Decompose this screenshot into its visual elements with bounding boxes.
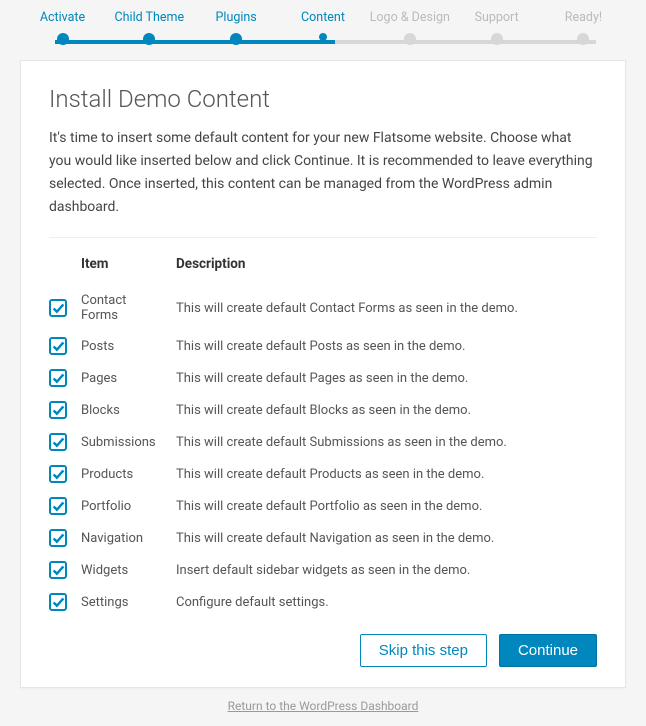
table-row: ProductsThis will create default Product… [49, 458, 597, 490]
continue-button[interactable]: Continue [499, 634, 597, 667]
footer: Return to the WordPress Dashboard [0, 698, 646, 714]
check-icon [52, 564, 65, 577]
item-checkbox[interactable] [49, 497, 67, 515]
step-label: Support [475, 10, 519, 25]
item-description: This will create default Posts as seen i… [172, 330, 597, 362]
step-label: Child Theme [115, 10, 185, 25]
check-icon [52, 468, 65, 481]
item-name: Submissions [77, 426, 172, 458]
step-support[interactable]: Support [454, 10, 539, 45]
items-table: Item Description Contact FormsThis will … [49, 256, 597, 618]
item-description: This will create default Blocks as seen … [172, 394, 597, 426]
skip-button[interactable]: Skip this step [360, 634, 487, 667]
item-name: Settings [77, 586, 172, 618]
content-card: Install Demo Content It's time to insert… [20, 60, 626, 688]
step-child-theme[interactable]: Child Theme [107, 10, 192, 45]
step-label: Content [301, 10, 345, 25]
item-name: Products [77, 458, 172, 490]
table-row: Contact FormsThis will create default Co… [49, 286, 597, 330]
actions-row: Skip this step Continue [49, 634, 597, 667]
step-dot [491, 33, 503, 45]
intro-text: It's time to insert some default content… [49, 127, 597, 219]
item-name: Contact Forms [77, 286, 172, 330]
step-label: Plugins [216, 10, 257, 25]
step-dot [230, 33, 242, 45]
item-checkbox[interactable] [49, 433, 67, 451]
step-dot [404, 33, 416, 45]
item-description: This will create default Contact Forms a… [172, 286, 597, 330]
check-icon [52, 532, 65, 545]
table-row: BlocksThis will create default Blocks as… [49, 394, 597, 426]
item-checkbox[interactable] [49, 369, 67, 387]
item-description: Configure default settings. [172, 586, 597, 618]
item-checkbox[interactable] [49, 593, 67, 611]
divider [49, 237, 597, 238]
item-description: Insert default sidebar widgets as seen i… [172, 554, 597, 586]
item-description: This will create default Submissions as … [172, 426, 597, 458]
step-label: Logo & Design [370, 10, 450, 25]
step-label: Activate [40, 10, 85, 25]
check-icon [52, 340, 65, 353]
step-label: Ready! [565, 10, 602, 25]
table-row: WidgetsInsert default sidebar widgets as… [49, 554, 597, 586]
wizard-steps: Activate Child Theme Plugins Content Logo & … [0, 10, 646, 45]
item-name: Navigation [77, 522, 172, 554]
table-row: PagesThis will create default Pages as s… [49, 362, 597, 394]
table-row: NavigationThis will create default Navig… [49, 522, 597, 554]
table-row: SubmissionsThis will create default Subm… [49, 426, 597, 458]
table-row: SettingsConfigure default settings. [49, 586, 597, 618]
step-dot [143, 33, 155, 45]
item-description: This will create default Products as see… [172, 458, 597, 490]
check-icon [52, 372, 65, 385]
item-name: Blocks [77, 394, 172, 426]
check-icon [52, 596, 65, 609]
step-activate[interactable]: Activate [20, 10, 105, 45]
check-icon [52, 436, 65, 449]
item-checkbox[interactable] [49, 401, 67, 419]
step-ready-[interactable]: Ready! [541, 10, 626, 45]
item-checkbox[interactable] [49, 561, 67, 579]
col-checkbox [49, 256, 77, 286]
item-description: This will create default Portfolio as se… [172, 490, 597, 522]
step-dot [319, 33, 327, 41]
item-name: Pages [77, 362, 172, 394]
item-checkbox[interactable] [49, 465, 67, 483]
check-icon [52, 500, 65, 513]
step-dot [57, 33, 69, 45]
item-checkbox[interactable] [49, 337, 67, 355]
col-description: Description [172, 256, 597, 286]
return-dashboard-link[interactable]: Return to the WordPress Dashboard [228, 699, 419, 713]
table-row: PostsThis will create default Posts as s… [49, 330, 597, 362]
page-title: Install Demo Content [49, 85, 597, 113]
item-description: This will create default Pages as seen i… [172, 362, 597, 394]
step-dot [577, 33, 589, 45]
step-logo-design[interactable]: Logo & Design [367, 10, 452, 45]
item-checkbox[interactable] [49, 299, 67, 317]
col-item: Item [77, 256, 172, 286]
item-name: Posts [77, 330, 172, 362]
step-content[interactable]: Content [280, 10, 365, 45]
item-checkbox[interactable] [49, 529, 67, 547]
item-name: Portfolio [77, 490, 172, 522]
item-description: This will create default Navigation as s… [172, 522, 597, 554]
table-row: PortfolioThis will create default Portfo… [49, 490, 597, 522]
check-icon [52, 302, 65, 315]
check-icon [52, 404, 65, 417]
step-plugins[interactable]: Plugins [194, 10, 279, 45]
item-name: Widgets [77, 554, 172, 586]
